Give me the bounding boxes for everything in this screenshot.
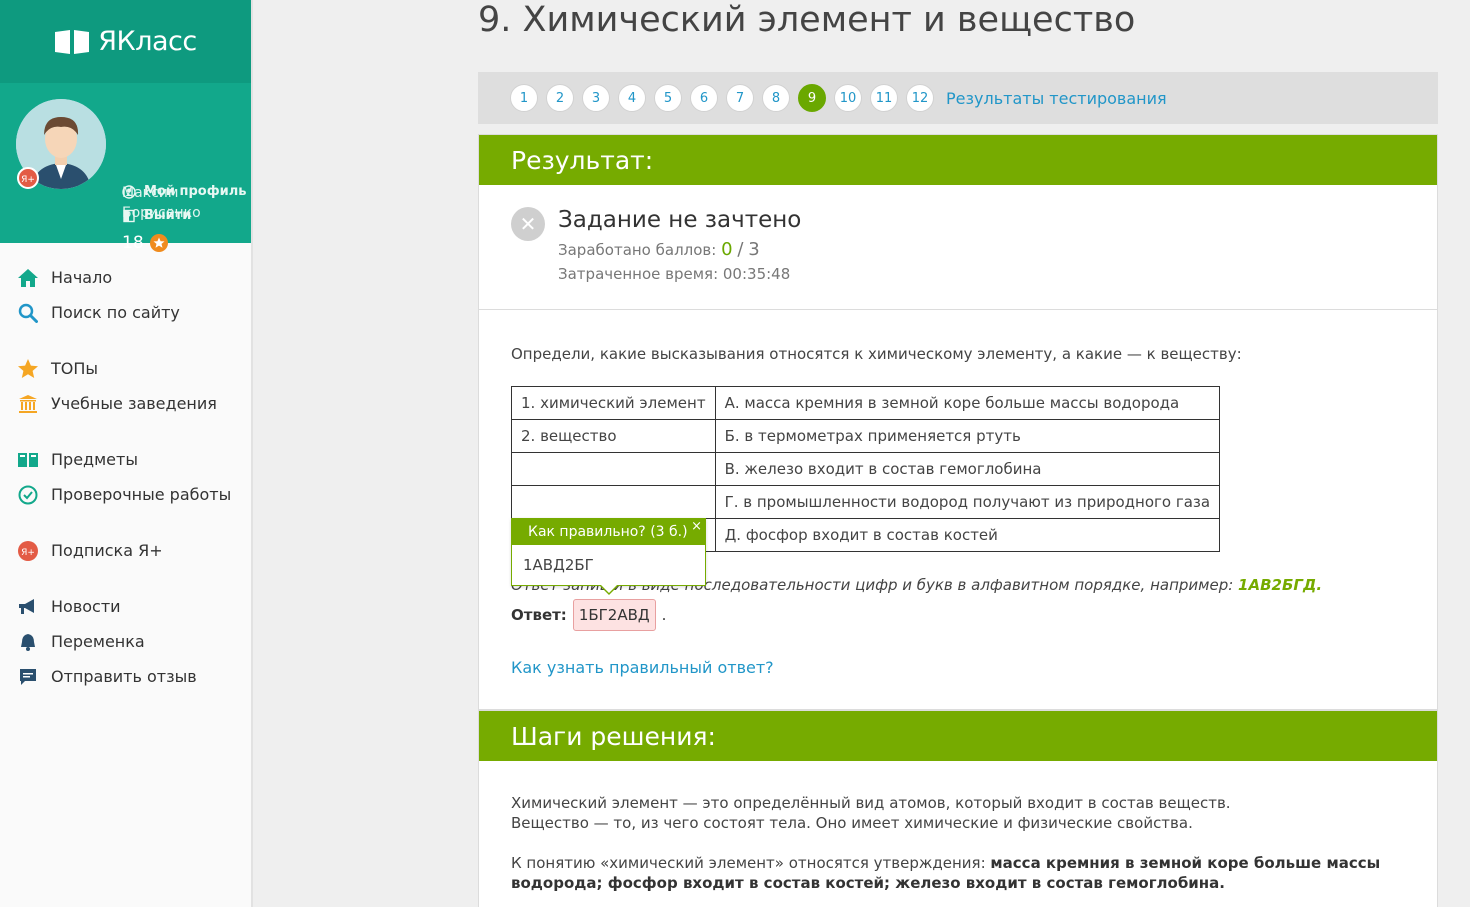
fail-x-icon: ✕ — [511, 207, 545, 241]
nav-break[interactable]: Переменка — [0, 624, 251, 659]
user-points: 18 — [122, 233, 168, 253]
correct-answer: 1АВД2БГ — [523, 556, 594, 574]
hint-example: 1АВ2БГД — [1238, 576, 1317, 594]
nav-news[interactable]: Новости — [0, 589, 251, 624]
steps-conclusion: К понятию «химический элемент» относятся… — [511, 854, 1381, 892]
steps-paragraph: Химический элемент — это определённый ви… — [511, 794, 1231, 832]
score-value: 0 — [721, 239, 733, 260]
popup-header: Как правильно? (3 б.) × — [512, 519, 705, 545]
question-nav-item-active[interactable]: 9 — [798, 84, 826, 112]
question-nav-item[interactable]: 4 — [618, 84, 646, 112]
table-row: 1. химический элемент А. масса кремния в … — [511, 386, 1221, 420]
status-title: Задание не зачтено — [558, 207, 802, 233]
logo[interactable]: ЯКласс — [0, 0, 251, 83]
user-answer: 1БГ2АВД — [572, 599, 656, 631]
solution-steps-card: Шаги решения: Химический элемент — это о… — [478, 710, 1438, 907]
close-icon[interactable]: × — [691, 519, 702, 534]
question-nav-item[interactable]: 7 — [726, 84, 754, 112]
table-row: 2. вещество Б. в термометрах применяется … — [511, 419, 1221, 453]
main-nav: Начало Поиск по сайту ТОПы Учебные завед… — [0, 260, 251, 694]
bell-icon — [17, 631, 39, 653]
question-nav-item[interactable]: 11 — [870, 84, 898, 112]
result-heading: Результат: — [479, 135, 1437, 185]
divider — [479, 309, 1437, 310]
question-nav-item[interactable]: 2 — [546, 84, 574, 112]
table-row: Г. в промышленности водород получают из … — [511, 485, 1221, 519]
book-logo-icon — [55, 29, 90, 54]
svg-text:Я+: Я+ — [21, 548, 35, 558]
nav-search[interactable]: Поиск по сайту — [0, 295, 251, 330]
svg-text:Я+: Я+ — [21, 175, 35, 185]
logout-icon — [123, 209, 135, 222]
institution-icon — [17, 393, 39, 415]
question-text: Определи, какие высказывания относятся к… — [511, 345, 1242, 363]
logo-text: ЯКласс — [98, 26, 197, 57]
question-nav-item[interactable]: 6 — [690, 84, 718, 112]
points-value: 18 — [122, 233, 144, 253]
feedback-icon — [17, 666, 39, 688]
user-circle-icon — [122, 184, 136, 199]
sidebar: ЯКласс Максим Борисенко 18 Мой профиль В… — [0, 0, 253, 907]
how-to-know-answer-link[interactable]: Как узнать правильный ответ? — [511, 658, 774, 677]
yaplus-badge-icon: Я+ — [17, 167, 39, 189]
answer-row: Ответ: 1БГ2АВД . — [511, 599, 666, 631]
nav-institutions[interactable]: Учебные заведения — [0, 386, 251, 421]
answer-label: Ответ: — [511, 606, 567, 624]
nav-tops[interactable]: ТОПы — [0, 351, 251, 386]
question-nav-item[interactable]: 1 — [510, 84, 538, 112]
subscription-icon: Я+ — [17, 540, 39, 562]
question-nav-item[interactable]: 3 — [582, 84, 610, 112]
star-icon — [17, 358, 39, 380]
nav-home[interactable]: Начало — [0, 260, 251, 295]
table-row: В. железо входит в состав гемоглобина — [511, 452, 1221, 486]
question-nav-item[interactable]: 5 — [654, 84, 682, 112]
star-badge-icon — [149, 234, 168, 252]
my-profile-link[interactable]: Мой профиль — [122, 184, 246, 199]
nav-feedback[interactable]: Отправить отзыв — [0, 659, 251, 694]
home-icon — [17, 267, 39, 289]
nav-subjects[interactable]: Предметы — [0, 442, 251, 477]
books-icon — [17, 449, 39, 471]
score-total: 3 — [748, 239, 760, 260]
megaphone-icon — [17, 596, 39, 618]
steps-heading: Шаги решения: — [479, 711, 1437, 761]
test-results-link[interactable]: Результаты тестирования — [946, 89, 1167, 108]
page-title: 9. Химический элемент и вещество — [478, 0, 1136, 40]
profile-panel: Максим Борисенко 18 Мой профиль Выйти — [0, 83, 251, 253]
logout-link[interactable]: Выйти — [122, 208, 191, 223]
search-icon — [17, 302, 39, 324]
question-nav-item[interactable]: 8 — [762, 84, 790, 112]
question-nav-item[interactable]: 10 — [834, 84, 862, 112]
nav-subscription[interactable]: Я+ Подписка Я+ — [0, 533, 251, 568]
nav-tests[interactable]: Проверочные работы — [0, 477, 251, 512]
popup-title: Как правильно? (3 б.) — [528, 524, 688, 540]
score-line: Заработано баллов: 0 / 3 — [558, 239, 760, 260]
result-card: Результат: ✕ Задание не зачтено Заработа… — [478, 134, 1438, 710]
check-circle-icon — [17, 484, 39, 506]
question-nav: 1 2 3 4 5 6 7 8 9 10 11 12 Результаты те… — [478, 72, 1438, 124]
correct-answer-popup: Как правильно? (3 б.) × 1АВД2БГ — [511, 518, 706, 595]
time-spent: Затраченное время: 00:35:48 — [558, 265, 791, 283]
question-nav-item[interactable]: 12 — [906, 84, 934, 112]
